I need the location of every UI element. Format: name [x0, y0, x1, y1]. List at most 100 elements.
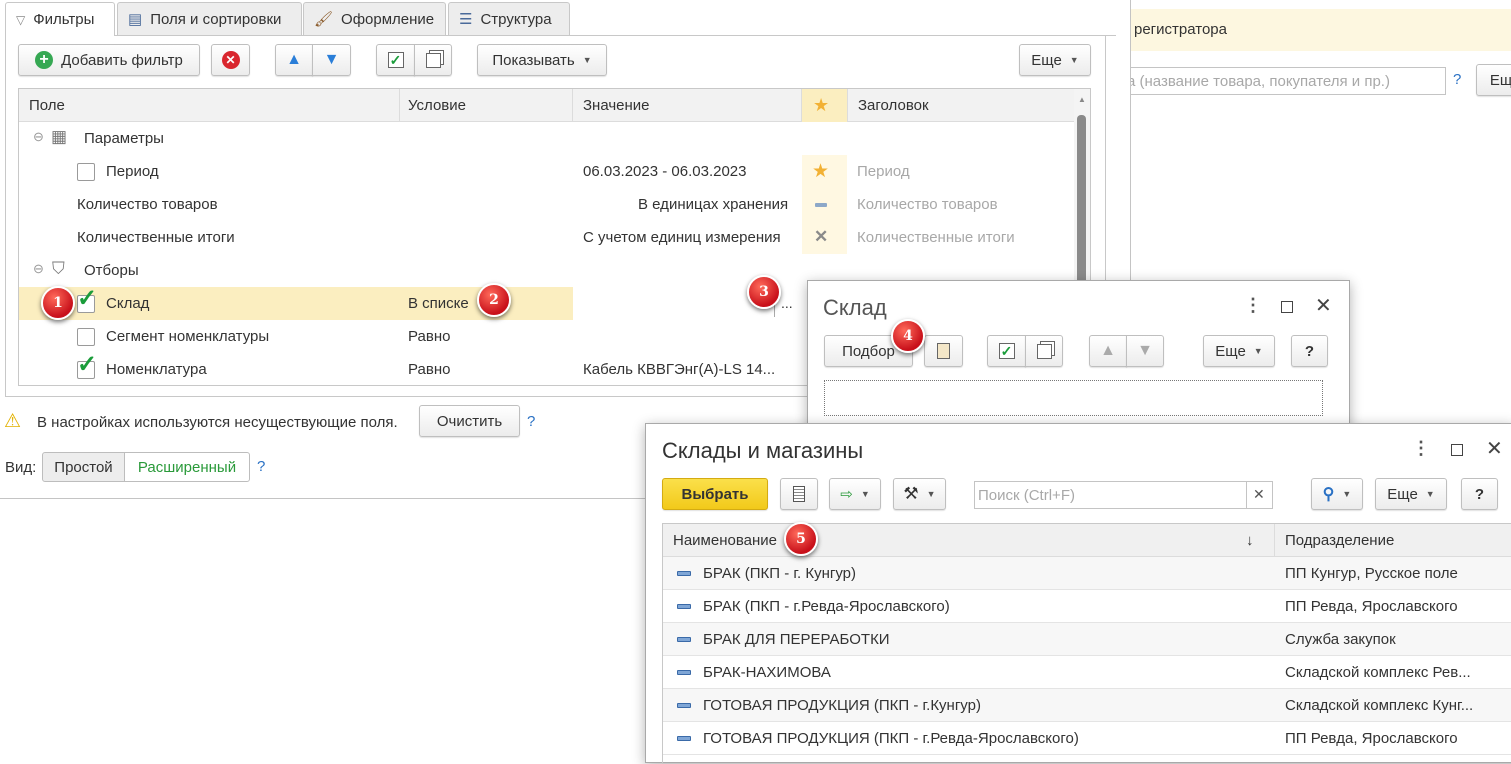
- background-more-button[interactable]: Ещ: [1476, 64, 1511, 96]
- scroll-up-icon[interactable]: ▲: [1078, 95, 1086, 104]
- structure-icon: ☰: [459, 11, 473, 28]
- banner-text: регистратора: [1134, 21, 1227, 38]
- close-icon[interactable]: ✕: [1315, 293, 1332, 318]
- maximize-icon[interactable]: [1281, 301, 1293, 313]
- add-filter-button[interactable]: + Добавить фильтр: [18, 44, 200, 76]
- scroll-thumb[interactable]: [1077, 115, 1086, 295]
- star-icon[interactable]: ★: [812, 160, 829, 183]
- close-icon[interactable]: ✕: [1486, 436, 1503, 461]
- tab-structure[interactable]: ☰ Структура: [448, 2, 570, 35]
- show-dropdown-button[interactable]: Показывать ▼: [477, 44, 607, 76]
- table-row[interactable]: Количество товаров В единицах хранения К…: [19, 188, 1090, 221]
- tab-appearance[interactable]: 🖌 Оформление: [303, 2, 446, 35]
- more-options-icon[interactable]: ⋮: [1244, 295, 1262, 316]
- item-icon: [677, 703, 691, 708]
- search-icon: ⚲: [1322, 486, 1335, 503]
- stores-table: Наименование ↓ Подразделение БРАК (ПКП -…: [662, 523, 1511, 764]
- badge-3: 3: [747, 275, 781, 309]
- fields-icon: ▤: [128, 11, 143, 28]
- dialog-help-button[interactable]: ?: [1291, 335, 1328, 367]
- nomenclature-checkbox[interactable]: ✓: [77, 353, 97, 379]
- more-options-icon[interactable]: ⋮: [1412, 438, 1430, 459]
- table-header: Поле Условие Значение ★ Заголовок: [19, 89, 1074, 122]
- column-field[interactable]: Поле: [29, 97, 65, 114]
- table-row[interactable]: Количественные итоги С учетом единиц изм…: [19, 221, 1090, 254]
- maximize-icon[interactable]: [1451, 444, 1463, 456]
- move-up-button[interactable]: ▲: [275, 44, 313, 76]
- move-down-button[interactable]: ▼: [312, 44, 351, 76]
- list-item[interactable]: БРАК ДЛЯ ПЕРЕРАБОТКИ Служба закупок: [663, 623, 1511, 656]
- search-button[interactable]: ⚲ ▼: [1311, 478, 1363, 510]
- group-parameters-row[interactable]: ⊖ ▦ Параметры: [19, 122, 1090, 155]
- more-button[interactable]: Еще ▼: [1019, 44, 1091, 76]
- dash-icon[interactable]: [815, 203, 827, 207]
- column-condition[interactable]: Условие: [408, 97, 466, 114]
- tab-filters[interactable]: ▽ Фильтры: [5, 2, 115, 36]
- info-banner: регистратора: [1120, 9, 1511, 51]
- stores-help-button[interactable]: ?: [1461, 478, 1498, 510]
- view-help-link[interactable]: ?: [257, 458, 265, 475]
- table-row[interactable]: Период 06.03.2023 - 06.03.2023 ★ Период: [19, 155, 1090, 188]
- column-division[interactable]: Подразделение: [1285, 532, 1394, 549]
- view-simple-button[interactable]: Простой: [42, 452, 125, 482]
- brush-icon: 🖌: [314, 11, 334, 28]
- item-icon: [677, 637, 691, 642]
- list-item[interactable]: БРАК (ПКП - г.Ревда-Ярославского) ПП Рев…: [663, 590, 1511, 623]
- check-all-icon: ✓: [387, 52, 404, 68]
- list-item[interactable]: ГОТОВАЯ ПРОДУКЦИЯ (ПКП - г.Ревда-Ярослав…: [663, 722, 1511, 755]
- warning-icon: ⚠: [4, 411, 22, 432]
- check-all-button[interactable]: ✓: [376, 44, 415, 76]
- list-view-button[interactable]: [780, 478, 818, 510]
- uncheck-all-icon: [1036, 343, 1052, 359]
- background-search-input[interactable]: а (название товара, покупателя и пр.): [1120, 67, 1446, 95]
- list-item[interactable]: ГОТОВАЯ ПРОДУКЦИЯ (ПКП - г.Кунгур) Склад…: [663, 689, 1511, 722]
- clear-search-icon[interactable]: ✕: [1253, 486, 1265, 503]
- sort-arrow-icon[interactable]: ↓: [1246, 532, 1254, 549]
- collapse-icon[interactable]: ⊖: [33, 129, 44, 145]
- column-title[interactable]: Заголовок: [858, 97, 929, 114]
- dialog-more-button[interactable]: Еще ▼: [1203, 335, 1275, 367]
- dialog-title: Склады и магазины: [662, 438, 864, 463]
- tools-button[interactable]: ⚒ ▼: [893, 478, 946, 510]
- search-input[interactable]: Поиск (Ctrl+F) ✕: [974, 481, 1273, 509]
- paste-button[interactable]: [924, 335, 963, 367]
- check-all-button[interactable]: ✓: [987, 335, 1026, 367]
- column-value[interactable]: Значение: [583, 97, 650, 114]
- item-icon: [677, 604, 691, 609]
- list-item[interactable]: БРАК-НАХИМОВА Складской комплекс Рев...: [663, 656, 1511, 689]
- export-button[interactable]: ⇨ ▼: [829, 478, 881, 510]
- move-down-button[interactable]: ▼: [1126, 335, 1164, 367]
- cross-icon[interactable]: ✕: [814, 227, 828, 247]
- uncheck-all-icon: [425, 52, 441, 68]
- stores-more-button[interactable]: Еще ▼: [1375, 478, 1447, 510]
- sklad-list[interactable]: [824, 380, 1323, 416]
- move-up-button[interactable]: ▲: [1089, 335, 1127, 367]
- arrow-down-icon: ▼: [1137, 342, 1153, 359]
- chevron-down-icon: ▼: [1253, 346, 1263, 356]
- stores-body: БРАК (ПКП - г. Кунгур) ПП Кунгур, Русско…: [663, 557, 1511, 763]
- view-extended-button[interactable]: Расширенный: [124, 452, 250, 482]
- sklad-checkbox[interactable]: ✓: [77, 287, 97, 313]
- delete-button[interactable]: ✕: [211, 44, 250, 76]
- funnel-icon: ▽: [16, 12, 26, 27]
- help-link[interactable]: ?: [527, 413, 535, 430]
- checkmark-icon: ✓: [77, 351, 98, 378]
- tab-fields-sorting[interactable]: ▤ Поля и сортировки: [117, 2, 302, 35]
- segment-checkbox[interactable]: [77, 328, 95, 346]
- column-name[interactable]: Наименование: [673, 532, 777, 549]
- period-checkbox[interactable]: [77, 163, 95, 181]
- plus-icon: +: [35, 51, 54, 69]
- uncheck-all-button[interactable]: [1025, 335, 1063, 367]
- background-report: регистратора а (название товара, покупат…: [1120, 0, 1511, 110]
- chevron-down-icon: ▼: [926, 489, 936, 499]
- collapse-icon[interactable]: ⊖: [33, 261, 44, 277]
- uncheck-all-button[interactable]: [414, 44, 452, 76]
- clear-button[interactable]: Очистить: [419, 405, 520, 437]
- select-button[interactable]: Выбрать: [662, 478, 768, 510]
- list-item[interactable]: БРАК (ПКП - г. Кунгур) ПП Кунгур, Русско…: [663, 557, 1511, 590]
- background-help-link[interactable]: ?: [1453, 71, 1461, 88]
- arrow-up-icon: ▲: [1100, 342, 1116, 359]
- chevron-down-icon: ▼: [1342, 489, 1352, 499]
- item-icon: [677, 670, 691, 675]
- badge-1: 1: [41, 286, 75, 320]
